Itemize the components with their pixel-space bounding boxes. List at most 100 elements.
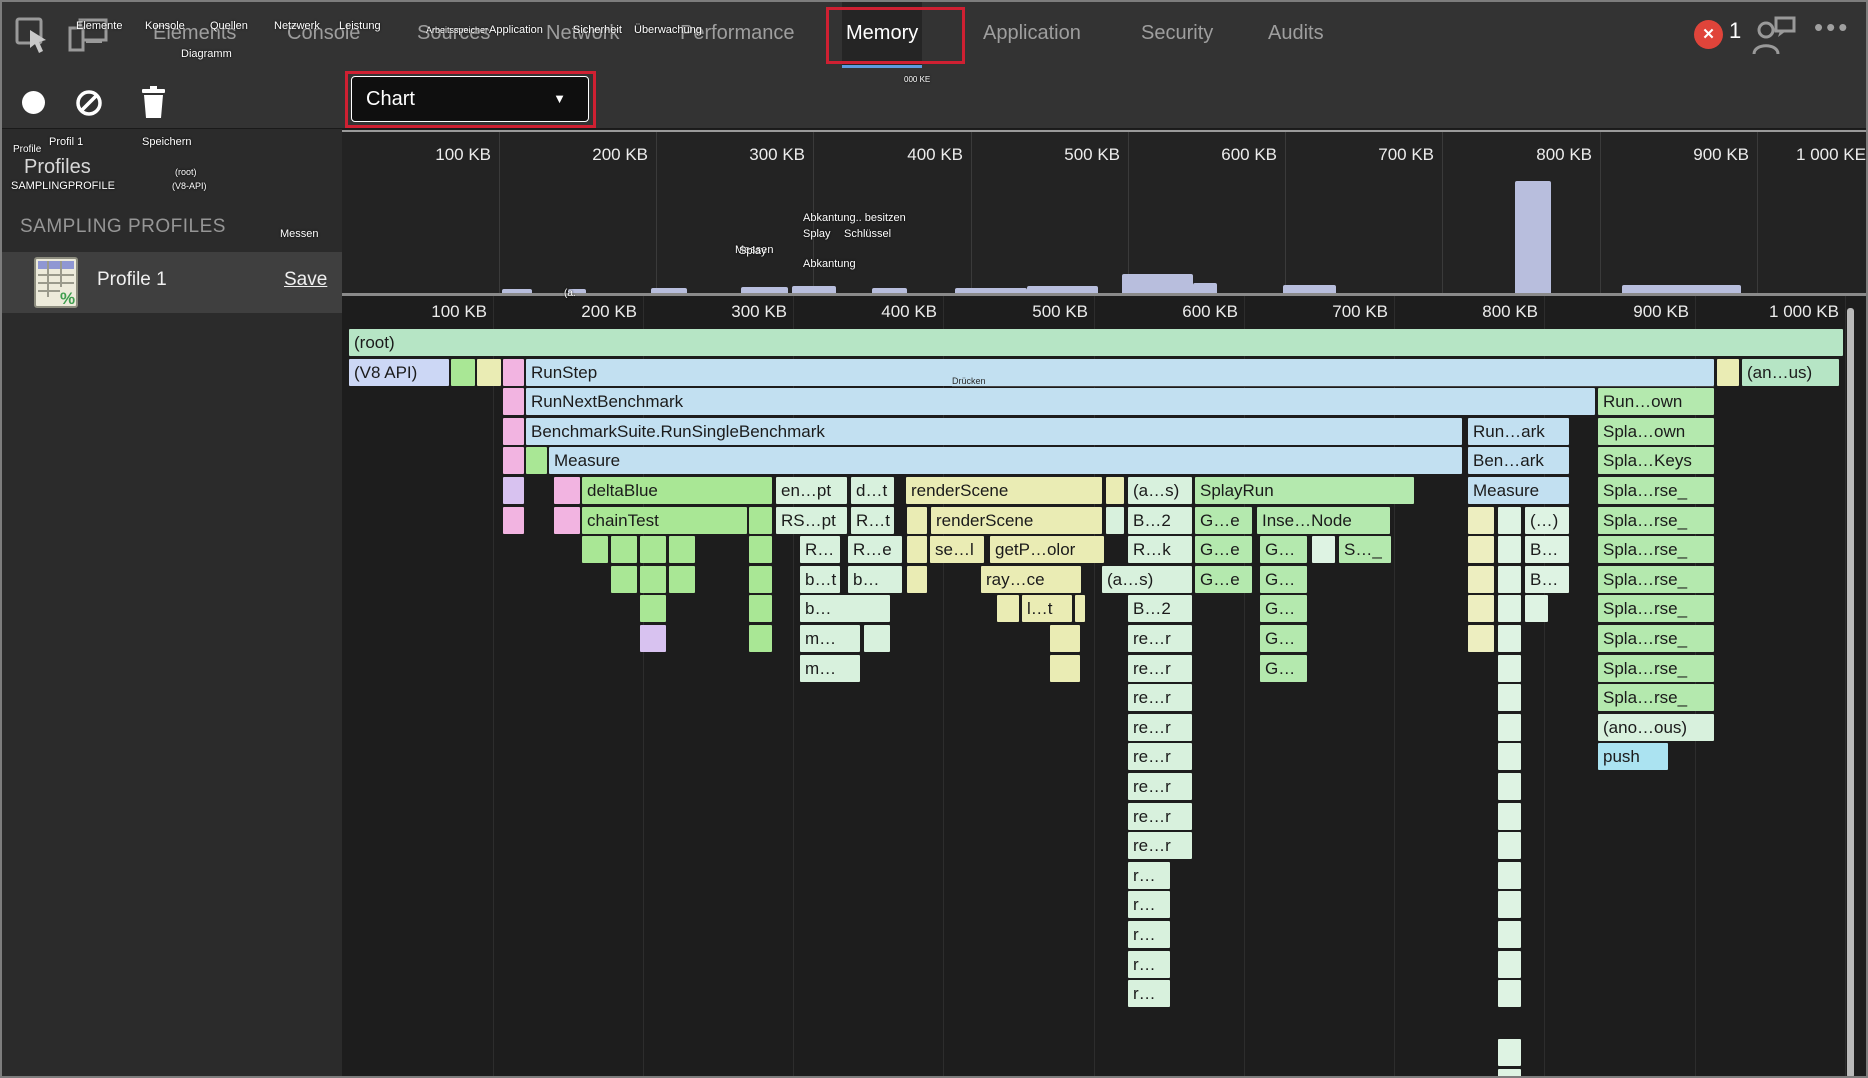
flame-segment-B2[interactable]: B…2 xyxy=(1128,507,1192,534)
flame-segment[interactable] xyxy=(503,418,524,445)
flame-segment-Benark[interactable]: Ben…ark xyxy=(1468,447,1569,474)
flame-segment-renderScene[interactable]: renderScene xyxy=(931,507,1102,534)
flame-segment-b[interactable]: b… xyxy=(800,595,890,622)
more-options-icon[interactable]: ••• xyxy=(1814,12,1850,43)
flame-segment-sel[interactable]: se…l xyxy=(930,536,984,563)
flame-segment-S[interactable]: S…_ xyxy=(1339,536,1391,563)
flame-segment[interactable] xyxy=(1498,980,1521,1007)
tab-application[interactable]: Application xyxy=(979,2,1085,68)
flame-segment-anoous[interactable]: (ano…ous) xyxy=(1598,714,1714,741)
flame-segment-b[interactable]: b… xyxy=(848,566,902,593)
tab-memory[interactable]: Memory xyxy=(842,2,922,68)
flame-segment[interactable] xyxy=(1468,507,1494,534)
flame-segment[interactable] xyxy=(669,536,695,563)
flame-segment-deltaBlue[interactable]: deltaBlue xyxy=(582,477,772,504)
flame-segment-rer[interactable]: re…r xyxy=(1128,743,1192,770)
flame-segment-Splaown[interactable]: Spla…own xyxy=(1598,418,1714,445)
error-badge-icon[interactable]: ✕ xyxy=(1694,20,1723,49)
flame-segment[interactable] xyxy=(1498,1069,1521,1078)
flame-segment-m[interactable]: m… xyxy=(800,655,860,682)
flame-segment[interactable] xyxy=(749,625,772,652)
flame-segment[interactable] xyxy=(749,536,772,563)
flame-segment-Rk[interactable]: R…k xyxy=(1128,536,1192,563)
tab-console[interactable]: Console xyxy=(283,2,364,68)
flame-segment-renderScene[interactable]: renderScene xyxy=(906,477,1102,504)
flame-segment[interactable] xyxy=(749,507,772,534)
flame-segment-as[interactable]: (a…s) xyxy=(1128,477,1192,504)
flame-segment[interactable] xyxy=(907,507,927,534)
tab-audits[interactable]: Audits xyxy=(1264,2,1328,68)
flame-segment[interactable] xyxy=(1498,625,1521,652)
flame-segment-rer[interactable]: re…r xyxy=(1128,684,1192,711)
flame-segment[interactable] xyxy=(503,477,524,504)
flame-segment-Splarse[interactable]: Spla…rse_ xyxy=(1598,595,1714,622)
flame-segment-Re[interactable]: R…e xyxy=(848,536,902,563)
flame-segment[interactable] xyxy=(477,359,501,386)
feedback-person-icon[interactable] xyxy=(1752,16,1796,56)
flame-segment[interactable] xyxy=(503,359,524,386)
flame-segment[interactable] xyxy=(1075,595,1085,622)
flame-segment-Ge[interactable]: G…e xyxy=(1195,566,1252,593)
flame-segment[interactable] xyxy=(1050,655,1080,682)
flame-segment[interactable] xyxy=(611,536,637,563)
flame-segment-B[interactable]: B… xyxy=(1525,536,1569,563)
flame-segment-rer[interactable]: re…r xyxy=(1128,803,1192,830)
flame-segment-Rt[interactable]: R…t xyxy=(851,507,894,534)
flame-segment[interactable] xyxy=(503,507,524,534)
flame-segment[interactable] xyxy=(1498,536,1521,563)
flame-segment-rer[interactable]: re…r xyxy=(1128,832,1192,859)
flame-segment[interactable] xyxy=(907,536,927,563)
flame-segment[interactable] xyxy=(640,566,666,593)
flame-segment-r[interactable]: r… xyxy=(1128,921,1170,948)
clear-profiles-icon[interactable] xyxy=(74,88,104,118)
flame-segment[interactable] xyxy=(669,566,695,593)
flame-segment-B2[interactable]: B…2 xyxy=(1128,595,1192,622)
flame-segment-rer[interactable]: re…r xyxy=(1128,625,1192,652)
flame-segment-r[interactable]: r… xyxy=(1128,862,1170,889)
flame-segment-R[interactable]: R… xyxy=(800,536,840,563)
flame-segment[interactable] xyxy=(1498,566,1521,593)
flame-segment[interactable] xyxy=(1498,921,1521,948)
flame-segment[interactable] xyxy=(451,359,475,386)
flame-segment-m[interactable]: m… xyxy=(800,625,860,652)
flame-segment[interactable] xyxy=(640,625,666,652)
flame-segment[interactable] xyxy=(1498,891,1521,918)
flame-segment-Splarse[interactable]: Spla…rse_ xyxy=(1598,655,1714,682)
flame-segment-Splarse[interactable]: Spla…rse_ xyxy=(1598,625,1714,652)
flame-segment-getPolor[interactable]: getP…olor xyxy=(990,536,1104,563)
flame-segment-RunNextBenchmark[interactable]: RunNextBenchmark xyxy=(526,388,1595,415)
record-profile-button[interactable] xyxy=(22,91,45,114)
flame-segment-G[interactable]: G… xyxy=(1260,536,1307,563)
flame-segment-rayce[interactable]: ray…ce xyxy=(981,566,1081,593)
flame-segment-r[interactable]: r… xyxy=(1128,891,1170,918)
flame-segment-push[interactable]: push xyxy=(1598,743,1668,770)
flame-segment[interactable] xyxy=(1498,743,1521,770)
flame-segment[interactable] xyxy=(1717,359,1739,386)
flame-segment[interactable] xyxy=(526,447,547,474)
flame-segment[interactable] xyxy=(1468,625,1494,652)
flame-segment-G[interactable]: G… xyxy=(1260,595,1307,622)
flame-segment-rer[interactable]: re…r xyxy=(1128,655,1192,682)
flame-segment[interactable] xyxy=(1312,536,1335,563)
flame-segment-Splarse[interactable]: Spla…rse_ xyxy=(1598,536,1714,563)
flame-segment-RSpt[interactable]: RS…pt xyxy=(776,507,847,534)
flame-segment[interactable] xyxy=(503,388,524,415)
flame-segment-Ge[interactable]: G…e xyxy=(1195,536,1252,563)
flame-segment[interactable] xyxy=(1468,595,1494,622)
save-link[interactable]: Save xyxy=(284,269,327,291)
flame-segment[interactable] xyxy=(1498,832,1521,859)
tab-security[interactable]: Security xyxy=(1137,2,1217,68)
flame-segment[interactable] xyxy=(1498,684,1521,711)
flame-segment-r[interactable]: r… xyxy=(1128,980,1170,1007)
flame-segment[interactable] xyxy=(1106,507,1124,534)
flame-segment-Measure[interactable]: Measure xyxy=(1468,477,1569,504)
flame-segment[interactable] xyxy=(907,566,927,593)
memory-overview-chart[interactable]: 100 KB200 KB300 KB400 KB500 KB600 KB700 … xyxy=(342,130,1868,293)
flame-segment-Ge[interactable]: G…e xyxy=(1195,507,1252,534)
flame-segment[interactable] xyxy=(997,595,1019,622)
flame-segment-BenchmarkSuiteRunSingleBenchmark[interactable]: BenchmarkSuite.RunSingleBenchmark xyxy=(526,418,1462,445)
flame-segment-Splarse[interactable]: Spla…rse_ xyxy=(1598,566,1714,593)
flame-segment-bt[interactable]: b…t xyxy=(800,566,840,593)
flame-segment[interactable] xyxy=(749,595,772,622)
flame-segment[interactable] xyxy=(554,507,580,534)
